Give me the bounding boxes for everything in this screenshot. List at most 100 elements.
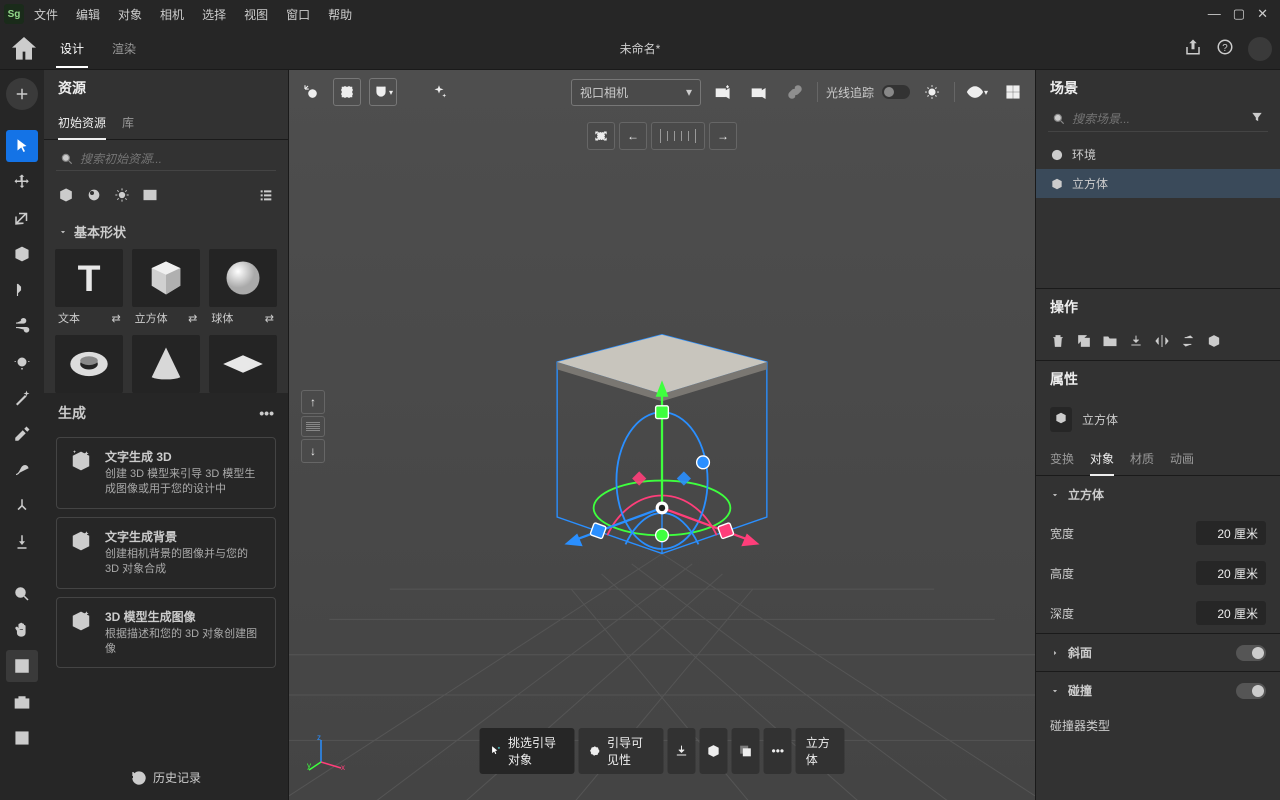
shape-cube[interactable]: 立方体⇄ — [131, 249, 202, 329]
basic-shapes-header[interactable]: 基本形状 — [44, 214, 288, 249]
vp-camera-icon[interactable] — [745, 78, 773, 106]
tab-starter-assets[interactable]: 初始资源 — [58, 106, 106, 139]
folder-icon[interactable] — [1102, 333, 1118, 352]
menu-camera[interactable]: 相机 — [152, 2, 192, 27]
export-tool[interactable] — [6, 722, 38, 754]
scene-search-input[interactable] — [1072, 112, 1244, 126]
collision-header[interactable]: 碰撞 — [1036, 672, 1280, 709]
select-tool[interactable] — [6, 130, 38, 162]
vp-shading-icon[interactable] — [918, 78, 946, 106]
list-view-icon[interactable] — [258, 187, 274, 206]
shape-text[interactable]: T 文本⇄ — [54, 249, 125, 329]
timeline-ticks[interactable] — [651, 122, 705, 150]
bevel-header[interactable]: 斜面 — [1036, 634, 1280, 671]
camera-dropdown[interactable]: 视口相机 ▾ — [571, 79, 701, 106]
light-tool[interactable] — [6, 346, 38, 378]
vp-orbit-icon[interactable] — [297, 78, 325, 106]
minimize-button[interactable]: ― — [1208, 6, 1221, 22]
home-button[interactable] — [8, 33, 40, 65]
more-button[interactable]: ••• — [764, 728, 792, 774]
menu-edit[interactable]: 编辑 — [68, 2, 108, 27]
vp-visibility-icon[interactable]: ▾ — [963, 78, 991, 106]
filter-light-icon[interactable] — [114, 187, 130, 206]
filter-material-icon[interactable] — [86, 187, 102, 206]
height-input[interactable] — [1196, 561, 1266, 585]
bevel-toggle[interactable] — [1236, 645, 1266, 661]
menu-select[interactable]: 选择 — [194, 2, 234, 27]
shape-cone[interactable] — [131, 335, 202, 393]
asset-search[interactable] — [56, 148, 276, 171]
vp-frame-icon[interactable] — [333, 78, 361, 106]
search-tool[interactable] — [6, 578, 38, 610]
zoom-in[interactable]: ↑ — [301, 390, 325, 414]
filter-icon[interactable] — [1250, 110, 1264, 127]
prop-tab-animation[interactable]: 动画 — [1170, 442, 1194, 475]
zoom-slider[interactable]: ↑ ↓ — [301, 390, 325, 463]
share-icon[interactable] — [1184, 38, 1202, 59]
cube-small-button[interactable] — [700, 728, 728, 774]
toolbox-tool[interactable] — [6, 686, 38, 718]
raytrace-toggle[interactable] — [882, 85, 910, 99]
scene-search[interactable] — [1048, 106, 1268, 132]
width-input[interactable] — [1196, 521, 1266, 545]
delete-icon[interactable] — [1050, 333, 1066, 352]
shape-options-icon[interactable]: ⇄ — [188, 312, 197, 325]
duplicate-icon[interactable] — [1076, 333, 1092, 352]
menu-view[interactable]: 视图 — [236, 2, 276, 27]
guide-visibility-button[interactable]: 引导可见性 — [578, 728, 663, 774]
download-button[interactable] — [668, 728, 696, 774]
vp-link-icon[interactable] — [781, 78, 809, 106]
vp-grid-icon[interactable] — [999, 78, 1027, 106]
help-icon[interactable]: ? — [1216, 38, 1234, 59]
scene-item-cube[interactable]: 立方体 — [1036, 169, 1280, 198]
mirror-icon[interactable] — [1154, 333, 1170, 352]
cube-action-icon[interactable] — [1206, 333, 1222, 352]
timeline-prev[interactable]: ← — [619, 122, 647, 150]
menu-file[interactable]: 文件 — [26, 2, 66, 27]
maximize-button[interactable]: ▢ — [1233, 6, 1245, 22]
gen-card-text-to-bg[interactable]: 文字生成背景创建相机背景的图像并与您的 3D 对象合成 — [56, 517, 276, 589]
cube-tool[interactable] — [6, 238, 38, 270]
tab-render[interactable]: 渲染 — [100, 30, 148, 67]
viewport[interactable]: ▾ 视口相机 ▾ 光线追踪 ▾ ← → ↑ — [289, 70, 1035, 800]
prop-tab-transform[interactable]: 变换 — [1050, 442, 1074, 475]
frame-tool[interactable] — [6, 650, 38, 682]
more-icon[interactable]: ••• — [259, 405, 274, 421]
add-tool[interactable] — [6, 78, 38, 110]
vp-sparkle-icon[interactable] — [425, 78, 453, 106]
selected-object-label[interactable]: 立方体 — [796, 728, 845, 774]
tab-design[interactable]: 设计 — [48, 30, 96, 67]
menu-window[interactable]: 窗口 — [278, 2, 318, 27]
drop-tool[interactable] — [6, 526, 38, 558]
menu-object[interactable]: 对象 — [110, 2, 150, 27]
camera-tool[interactable] — [6, 274, 38, 306]
cube-object[interactable] — [507, 280, 817, 590]
asset-search-input[interactable] — [80, 152, 272, 166]
vp-magnet-icon[interactable]: ▾ — [369, 78, 397, 106]
gen-card-3d-to-image[interactable]: 3D 模型生成图像根据描述和您的 3D 对象创建图像 — [56, 597, 276, 669]
cube-group-header[interactable]: 立方体 — [1036, 476, 1280, 513]
vp-camera-add-icon[interactable] — [709, 78, 737, 106]
shape-options-icon[interactable]: ⇄ — [111, 312, 120, 325]
shape-torus[interactable] — [54, 335, 125, 393]
move-tool[interactable] — [6, 166, 38, 198]
prop-tab-material[interactable]: 材质 — [1130, 442, 1154, 475]
layers-button[interactable] — [732, 728, 760, 774]
shape-sphere[interactable]: 球体⇄ — [207, 249, 278, 329]
hand-tool[interactable] — [6, 614, 38, 646]
depth-input[interactable] — [1196, 601, 1266, 625]
tab-library[interactable]: 库 — [122, 106, 134, 139]
timeline-target-icon[interactable] — [587, 122, 615, 150]
user-avatar[interactable] — [1248, 37, 1272, 61]
pick-guide-button[interactable]: 挑选引导对象 — [480, 728, 575, 774]
filter-cube-icon[interactable] — [58, 187, 74, 206]
zoom-out[interactable]: ↓ — [301, 439, 325, 463]
swap-icon[interactable] — [1180, 333, 1196, 352]
menu-help[interactable]: 帮助 — [320, 2, 360, 27]
snap-tool[interactable] — [6, 490, 38, 522]
scale-tool[interactable] — [6, 202, 38, 234]
curve-tool[interactable] — [6, 454, 38, 486]
collision-toggle[interactable] — [1236, 683, 1266, 699]
wind-tool[interactable] — [6, 310, 38, 342]
filter-image-icon[interactable] — [142, 187, 158, 206]
